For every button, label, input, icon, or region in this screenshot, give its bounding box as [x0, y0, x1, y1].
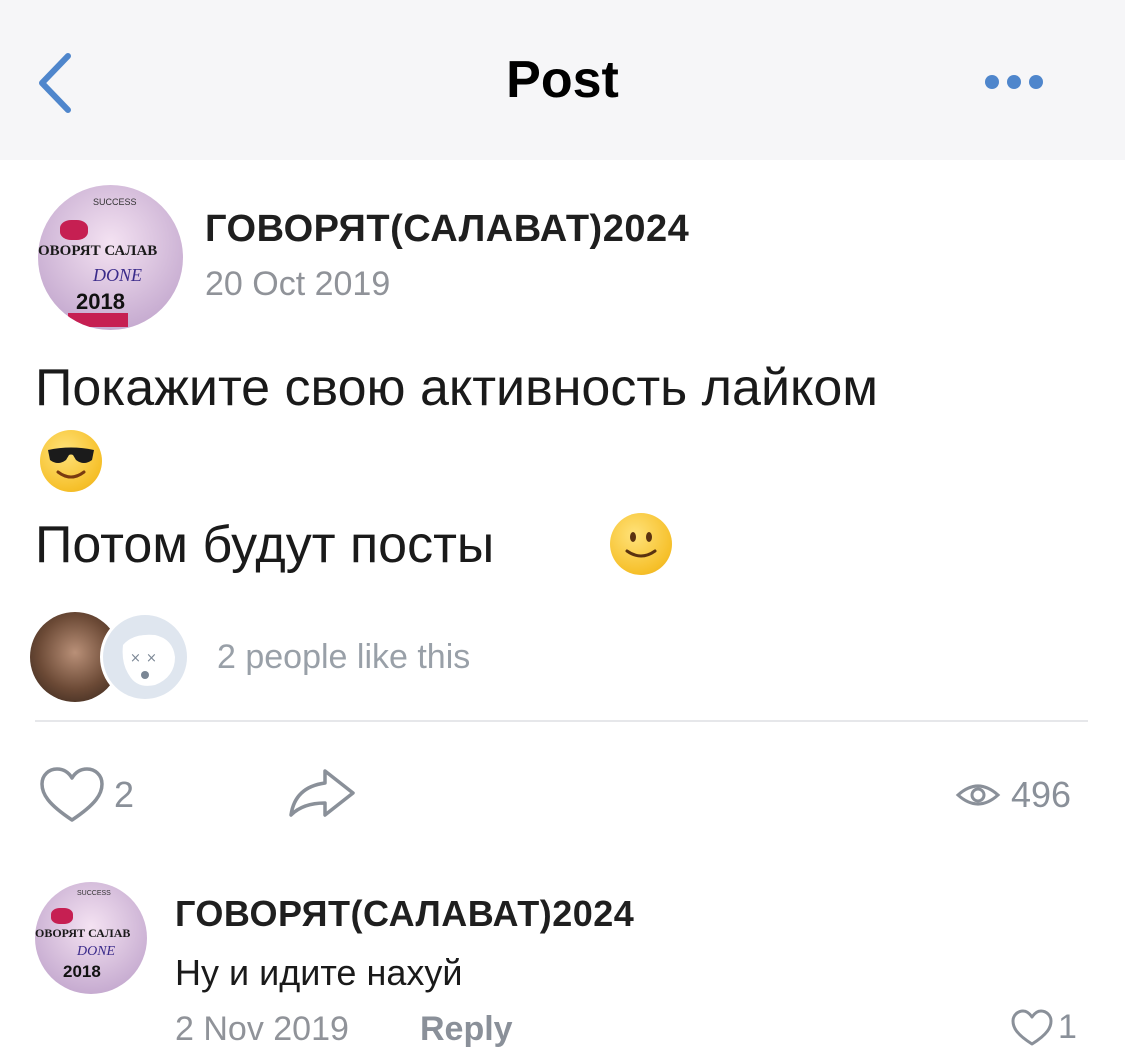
- liker-avatar-default[interactable]: × ×: [100, 612, 190, 702]
- more-options-button[interactable]: [985, 70, 1065, 94]
- avatar-text-main: ОВОРЯТ САЛАВ: [38, 243, 158, 259]
- heart-icon: [1011, 1009, 1053, 1045]
- views-counter: 496: [955, 770, 1071, 820]
- share-button[interactable]: [285, 765, 360, 820]
- comment-like-button[interactable]: 1: [1010, 1008, 1077, 1047]
- divider: [35, 720, 1088, 722]
- svg-text:×: ×: [146, 651, 157, 666]
- post-date: 20 Oct 2019: [205, 265, 391, 303]
- share-icon: [289, 769, 355, 817]
- post-text-line2: Потом будут посты: [35, 516, 495, 574]
- heart-icon: [40, 767, 104, 822]
- dot-icon: [1029, 75, 1043, 89]
- dog-placeholder-icon: × ×: [122, 634, 175, 686]
- like-count: 2: [114, 774, 135, 815]
- dot-icon: [1007, 75, 1021, 89]
- views-count: 496: [1011, 774, 1072, 815]
- smile-emoji-icon: [610, 513, 672, 575]
- eye-icon: [955, 784, 1001, 806]
- avatar-text-top: SUCCESS: [77, 890, 111, 897]
- comment-author-avatar[interactable]: SUCCESS ОВОРЯТ САЛАВ DONE 2018: [35, 882, 147, 994]
- svg-text:×: ×: [130, 651, 141, 666]
- author-name[interactable]: ГОВОРЯТ(САЛАВАТ)2024: [205, 208, 689, 251]
- page-title: Post: [506, 51, 619, 109]
- author-avatar[interactable]: SUCCESS ОВОРЯТ САЛАВ DONE 2018: [38, 185, 183, 330]
- like-button[interactable]: 2: [38, 765, 168, 825]
- comment-date: 2 Nov 2019: [175, 1010, 349, 1048]
- reply-button[interactable]: Reply: [420, 1010, 513, 1049]
- sunglasses-emoji-icon: [40, 430, 102, 492]
- avatar-text-year: 2018: [76, 289, 125, 314]
- dot-icon: [985, 75, 999, 89]
- avatar-text-done: DONE: [77, 944, 116, 959]
- comment-like-count: 1: [1058, 1008, 1077, 1046]
- comment-text: Ну и идите нахуй: [175, 952, 463, 993]
- comment-author-name[interactable]: ГОВОРЯТ(САЛАВАТ)2024: [175, 893, 634, 935]
- avatar-text-top: SUCCESS: [93, 197, 137, 207]
- avatar-text-done: DONE: [93, 265, 142, 285]
- avatar-text-main: ОВОРЯТ САЛАВ: [35, 926, 131, 940]
- likes-summary[interactable]: 2 people like this: [217, 638, 470, 677]
- avatar-text-year: 2018: [63, 962, 101, 981]
- post-text-line1: Покажите свою активность лайком: [35, 359, 878, 417]
